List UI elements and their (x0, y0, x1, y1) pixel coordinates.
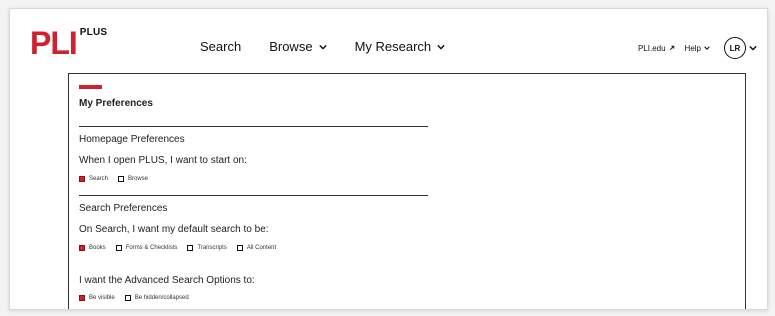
option-label: Browse (128, 176, 149, 182)
utility-nav: PLI.edu Help LR (638, 37, 757, 59)
chevron-down-icon (318, 44, 327, 50)
checkbox-checked[interactable] (79, 176, 85, 182)
homepage-question: When I open PLUS, I want to start on: (79, 155, 247, 166)
option-forms-checklists[interactable]: Forms & Checklists (115, 245, 178, 251)
option-browse[interactable]: Browse (118, 176, 148, 182)
option-label: Be hidden/collapsed (134, 295, 189, 301)
checkbox-checked[interactable] (79, 245, 85, 251)
option-label: Transcripts (197, 245, 227, 251)
help-label: Help (684, 43, 701, 53)
nav-my-research[interactable]: My Research (355, 39, 446, 54)
pli-plus-logo[interactable]: PLI PLUS (30, 27, 107, 63)
option-label: Search (89, 176, 109, 182)
account-menu[interactable]: LR (720, 37, 757, 59)
search-default-question: On Search, I want my default search to b… (79, 224, 269, 235)
checkbox[interactable] (187, 245, 194, 251)
chevron-down-icon (704, 46, 710, 50)
pli-edu-link[interactable]: PLI.edu (638, 44, 675, 53)
checkbox[interactable] (115, 245, 122, 251)
app-window: PLI PLUS Search Browse My Research PLI.e… (9, 8, 768, 310)
option-transcripts[interactable]: Transcripts (187, 245, 227, 251)
external-link-icon (669, 45, 674, 51)
chevron-down-icon (437, 44, 445, 50)
nav-search-label: Search (200, 39, 242, 54)
checkbox[interactable] (118, 176, 125, 182)
divider (79, 126, 428, 127)
option-label: Be visible (89, 295, 115, 301)
option-label: All Content (246, 245, 277, 251)
logo-superscript: PLUS (79, 27, 108, 38)
option-label: Forms & Checklists (125, 245, 178, 251)
option-be-hidden[interactable]: Be hidden/collapsed (124, 295, 189, 301)
search-default-options: Books Forms & Checklists Transcripts All… (79, 245, 276, 251)
page-title: My Preferences (79, 98, 153, 109)
help-menu[interactable]: Help (685, 44, 710, 53)
option-all-content[interactable]: All Content (236, 245, 277, 251)
avatar: LR (724, 37, 746, 59)
divider (79, 195, 428, 196)
option-be-visible[interactable]: Be visible (79, 295, 115, 301)
option-search[interactable]: Search (79, 176, 108, 182)
nav-search[interactable]: Search (200, 39, 241, 54)
chevron-down-icon (749, 45, 757, 51)
option-label: Books (89, 245, 106, 251)
search-preferences-heading: Search Preferences (79, 203, 168, 214)
nav-my-research-label: My Research (354, 39, 432, 54)
top-navigation-bar: PLI PLUS Search Browse My Research PLI.e… (10, 9, 767, 79)
checkbox[interactable] (124, 295, 131, 301)
checkbox-checked[interactable] (79, 295, 85, 301)
nav-browse-label: Browse (269, 39, 313, 54)
advanced-options: Be visible Be hidden/collapsed (79, 295, 189, 301)
pli-edu-label: PLI.edu (637, 43, 666, 53)
accent-bar (79, 85, 102, 89)
homepage-options: Search Browse (79, 176, 148, 182)
nav-browse[interactable]: Browse (269, 39, 327, 54)
homepage-preferences-heading: Homepage Preferences (79, 134, 185, 145)
logo-text: PLI (30, 25, 78, 61)
option-books[interactable]: Books (79, 245, 106, 251)
preferences-panel: My Preferences Homepage Preferences When… (68, 73, 746, 309)
checkbox[interactable] (236, 245, 243, 251)
main-nav: Search Browse My Research (200, 39, 445, 54)
advanced-options-question: I want the Advanced Search Options to: (79, 275, 255, 286)
